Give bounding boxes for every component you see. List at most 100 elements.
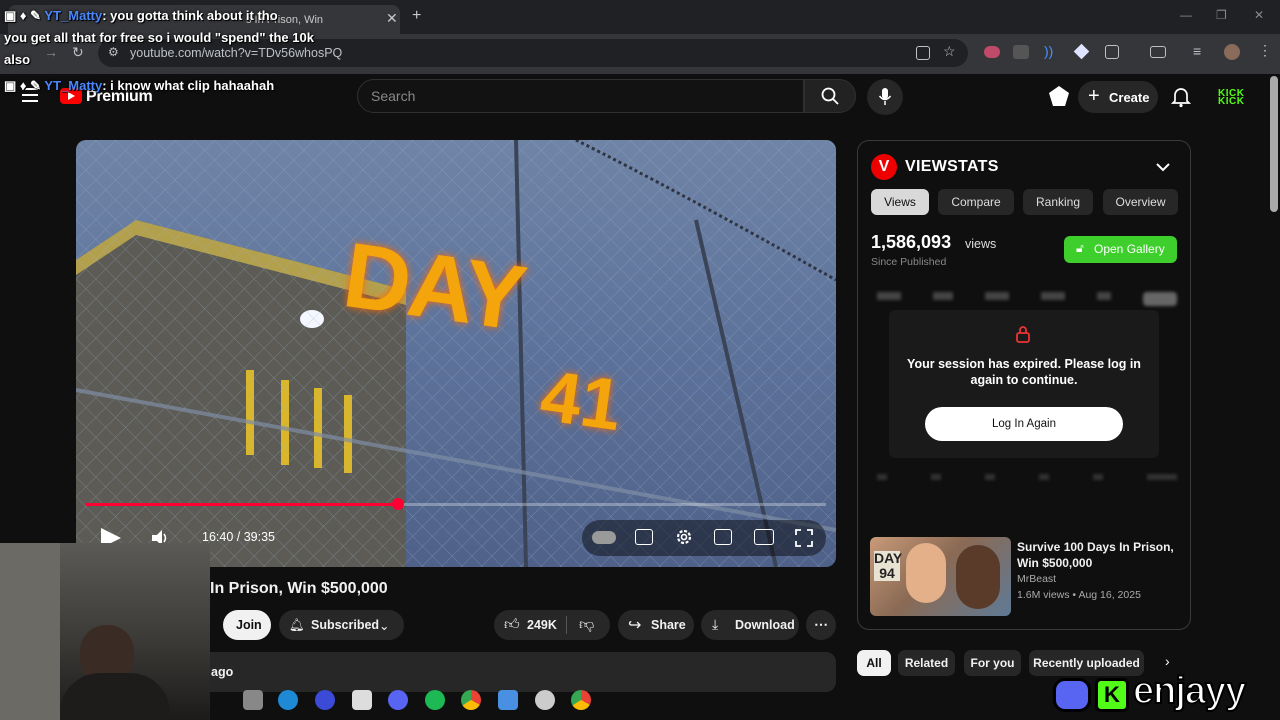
thumbnail-face-right: [956, 545, 1000, 609]
chat-badges-icon: ▣ ♦ ✎: [4, 78, 45, 93]
kick-logo[interactable]: KICK KICK: [1218, 89, 1245, 107]
open-gallery-button[interactable]: 🔓︎ Open Gallery: [1064, 236, 1177, 263]
video-time-display: 16:40 / 39:35: [202, 530, 275, 544]
theater-mode-icon[interactable]: [754, 529, 774, 545]
chips-next-chevron-icon[interactable]: ›: [1165, 653, 1170, 669]
more-actions-button[interactable]: ⋯: [806, 610, 836, 640]
streamer-watermark: K enjayy: [1051, 669, 1280, 720]
viewstats-tab-overview[interactable]: Overview: [1103, 189, 1178, 215]
taskbar-clock-icon[interactable]: [535, 690, 555, 710]
recommended-thumbnail[interactable]: DAY 94: [870, 537, 1011, 616]
like-divider: [566, 616, 567, 634]
video-progress-played: [86, 503, 398, 506]
webcam-curtain: [0, 543, 60, 720]
share-label: Share: [651, 618, 686, 632]
taskbar-edge-icon[interactable]: [278, 690, 298, 710]
chat-text-1: : you gotta think about it tho: [102, 8, 278, 23]
extension-icon-3[interactable]: )): [1044, 43, 1053, 59]
new-tab-button[interactable]: +: [412, 7, 421, 25]
install-app-icon[interactable]: [916, 46, 930, 60]
collapse-chevron-icon[interactable]: [1156, 162, 1170, 172]
recommended-channel[interactable]: MrBeast: [1017, 573, 1056, 585]
window-close-icon[interactable]: ✕: [1254, 8, 1264, 22]
miniplayer-icon[interactable]: [714, 529, 732, 545]
chip-for-you[interactable]: For you: [964, 650, 1021, 676]
browser-menu-icon[interactable]: ⋮: [1258, 42, 1272, 59]
kick-logo-line2: KICK: [1218, 96, 1245, 107]
profile-avatar[interactable]: [1224, 44, 1240, 60]
lock-open-icon: 🔓︎: [1076, 241, 1084, 255]
tab-search-icon[interactable]: [1150, 46, 1166, 58]
share-button[interactable]: ↪ Share: [618, 610, 694, 640]
notifications-bell-icon[interactable]: [1171, 86, 1191, 108]
extensions-puzzle-icon[interactable]: [1105, 45, 1119, 59]
create-button[interactable]: + Create: [1078, 81, 1158, 113]
thumbs-down-icon[interactable]: 👎︎: [579, 616, 594, 634]
plus-icon: +: [1088, 85, 1100, 107]
video-overlay-number: 41: [535, 355, 627, 447]
search-icon: [821, 87, 839, 105]
subscribed-button[interactable]: 🔔︎ Subscribed ⌄: [279, 610, 404, 640]
video-progress-bar[interactable]: [86, 498, 826, 510]
taskbar-task-view-icon[interactable]: [243, 690, 263, 710]
ai-extension-icon[interactable]: [1049, 86, 1069, 106]
extension-icon-2[interactable]: [1013, 45, 1029, 59]
taskbar-discord-icon[interactable]: [388, 690, 408, 710]
viewstats-title: VIEWSTATS: [905, 158, 999, 175]
taskbar-v-app-icon[interactable]: [315, 690, 335, 710]
minimize-icon[interactable]: —: [1180, 8, 1192, 22]
viewstats-tab-compare[interactable]: Compare: [938, 189, 1014, 215]
tab-close-icon[interactable]: ✕: [386, 10, 398, 27]
settings-gear-icon[interactable]: [674, 527, 694, 547]
open-gallery-label: Open Gallery: [1094, 242, 1165, 256]
create-label: Create: [1109, 90, 1150, 105]
taskbar-snip-icon[interactable]: [352, 690, 372, 710]
chat-username-2: YT_Matty: [44, 78, 103, 93]
page-scrollbar[interactable]: [1270, 76, 1278, 212]
autoplay-toggle[interactable]: [592, 531, 616, 544]
bookmark-star-icon[interactable]: ☆: [943, 43, 956, 60]
view-count: 1,586,093: [871, 232, 952, 252]
chip-all[interactable]: All: [857, 650, 891, 676]
chip-related[interactable]: Related: [898, 650, 955, 676]
thumbs-up-icon[interactable]: 👍︎: [504, 616, 520, 634]
url-text[interactable]: youtube.com/watch?v=TDv56whosPQ: [130, 46, 342, 60]
like-count[interactable]: 249K: [527, 618, 557, 632]
voice-search-button[interactable]: [867, 79, 903, 115]
download-button[interactable]: ⤓ Download: [701, 610, 799, 640]
taskbar-chrome-icon[interactable]: [461, 690, 481, 710]
viewstats-logo: V: [871, 154, 897, 180]
since-published-label: Since Published: [871, 256, 947, 268]
site-info-icon[interactable]: ⚙: [108, 45, 119, 59]
reading-list-icon[interactable]: ≡: [1193, 43, 1201, 59]
viewstats-tab-ranking[interactable]: Ranking: [1023, 189, 1093, 215]
blurred-axis-labels: [877, 474, 1177, 482]
search-input[interactable]: [371, 88, 771, 104]
taskbar-chrome-alt-icon[interactable]: [571, 690, 591, 710]
video-title: In Prison, Win $500,000: [210, 580, 388, 597]
forward-icon[interactable]: →: [44, 44, 58, 60]
subtitles-cc-icon[interactable]: [635, 529, 653, 545]
log-in-again-button[interactable]: Log In Again: [925, 407, 1123, 441]
chat-text-2: : i know what clip hahaahah: [102, 78, 275, 93]
chat-username-1: YT_Matty: [44, 8, 103, 23]
taskbar-spotify-icon[interactable]: [425, 690, 445, 710]
kick-k-logo-icon: K: [1095, 678, 1129, 712]
share-icon: ↪: [628, 617, 642, 634]
fullscreen-icon[interactable]: [795, 529, 813, 547]
reload-icon[interactable]: ↻: [72, 44, 84, 61]
download-label: Download: [735, 618, 795, 632]
viewstats-tab-views[interactable]: Views: [871, 189, 929, 215]
download-icon: ⤓: [712, 616, 719, 632]
restore-icon[interactable]: ❐: [1216, 8, 1227, 22]
chat-message-1: ▣ ♦ ✎ YT_Matty: you gotta think about it…: [4, 8, 278, 24]
search-button[interactable]: [804, 79, 856, 113]
taskbar-calculator-icon[interactable]: [498, 690, 518, 710]
recommended-meta: 1.6M views • Aug 16, 2025: [1017, 589, 1141, 601]
join-button[interactable]: Join: [223, 610, 271, 640]
recommended-title[interactable]: Survive 100 Days In Prison, Win $500,000: [1017, 539, 1182, 571]
video-scrubber-handle[interactable]: [391, 498, 404, 510]
chat-message-3: also: [4, 52, 31, 67]
extension-icon-1[interactable]: [984, 46, 1000, 58]
subscribed-label: Subscribed: [311, 618, 380, 632]
